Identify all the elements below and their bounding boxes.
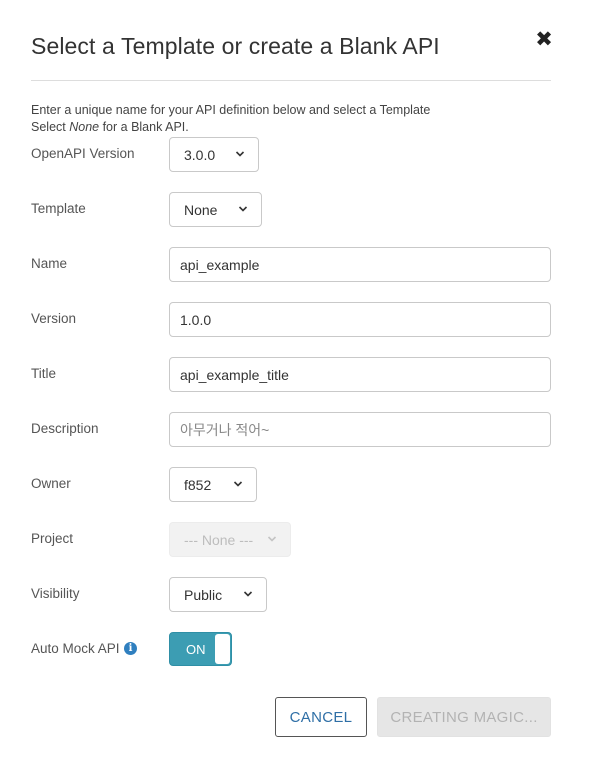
- dialog-title: Select a Template or create a Blank API: [31, 33, 440, 59]
- chevron-down-icon: [237, 202, 249, 216]
- chevron-down-icon: [242, 587, 254, 601]
- project-value: --- None ---: [184, 531, 254, 548]
- openapi-version-value: 3.0.0: [184, 146, 216, 163]
- intro-rest-text: for a Blank API.: [99, 120, 189, 134]
- version-label: Version: [31, 311, 77, 326]
- auto-mock-toggle[interactable]: ON: [169, 632, 232, 666]
- template-value: None: [184, 201, 218, 218]
- cancel-button[interactable]: CANCEL: [275, 697, 367, 737]
- intro-line-1: Enter a unique name for your API definit…: [31, 103, 431, 117]
- toggle-knob: [215, 634, 230, 664]
- info-circle-icon[interactable]: i: [124, 642, 137, 655]
- version-input[interactable]: [169, 302, 551, 337]
- owner-select[interactable]: f852: [169, 467, 257, 502]
- project-select: --- None ---: [169, 522, 291, 557]
- chevron-down-icon: [234, 147, 246, 161]
- auto-mock-label: Auto Mock API: [31, 641, 120, 656]
- template-label: Template: [31, 201, 86, 216]
- title-label: Title: [31, 366, 57, 381]
- intro-text: Enter a unique name for your API definit…: [31, 102, 430, 136]
- name-input[interactable]: [169, 247, 551, 282]
- chevron-down-icon: [266, 532, 278, 546]
- template-select[interactable]: None: [169, 192, 262, 227]
- visibility-select[interactable]: Public: [169, 577, 267, 612]
- title-input[interactable]: [169, 357, 551, 392]
- project-label: Project: [31, 531, 74, 546]
- intro-line-2: Select None for a Blank API.: [31, 119, 430, 136]
- description-input[interactable]: [169, 412, 551, 447]
- visibility-label: Visibility: [31, 586, 80, 601]
- description-label: Description: [31, 421, 99, 436]
- intro-none-text: None: [69, 120, 100, 134]
- openapi-version-label: OpenAPI Version: [31, 146, 135, 161]
- name-label: Name: [31, 256, 68, 271]
- create-api-button: CREATING MAGIC...: [377, 697, 551, 737]
- visibility-value: Public: [184, 586, 223, 603]
- owner-value: f852: [184, 476, 212, 493]
- owner-label: Owner: [31, 476, 71, 491]
- chevron-down-icon: [232, 477, 244, 491]
- auto-mock-toggle-state: ON: [186, 642, 206, 657]
- close-icon[interactable]: ✖: [533, 28, 555, 52]
- intro-select-text: Select: [31, 120, 70, 134]
- header-divider: [31, 80, 551, 81]
- openapi-version-select[interactable]: 3.0.0: [169, 137, 259, 172]
